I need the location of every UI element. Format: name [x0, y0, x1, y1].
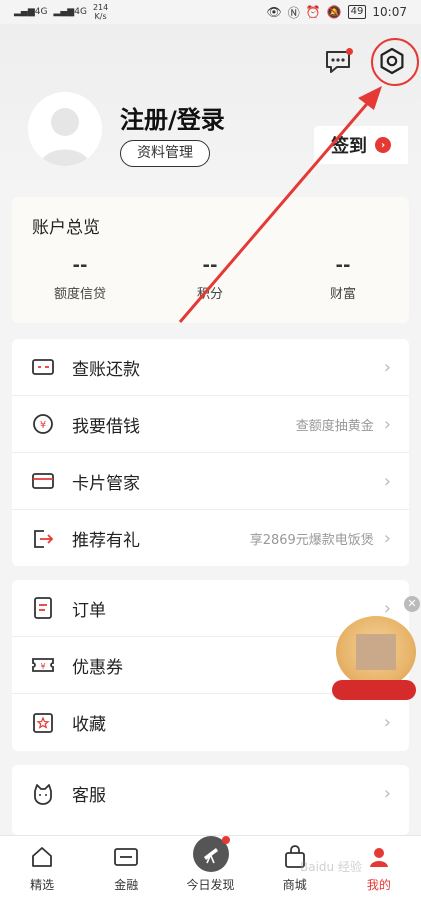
menu-group-finance: 查账还款 › ¥ 我要借钱 查额度抽黄金 › 卡片管家 › 推荐有礼 享2869…: [12, 339, 409, 566]
menu-label: 我要借钱: [72, 416, 140, 437]
signin-button[interactable]: 签到 ›: [314, 126, 408, 164]
battery-icon: 49: [347, 5, 367, 19]
tab-label: 精选: [30, 878, 55, 892]
menu-label: 优惠券: [72, 657, 123, 678]
menu-label: 推荐有礼: [72, 531, 140, 551]
menu-item-bill-repay[interactable]: 查账还款 ›: [12, 339, 409, 396]
menu-item-customer-service[interactable]: 客服 ›: [12, 765, 409, 822]
chevron-right-icon: ›: [375, 137, 391, 153]
promo-blurred-content: [356, 634, 396, 670]
signin-label: 签到: [331, 136, 367, 157]
chevron-right-icon: ›: [383, 712, 391, 733]
floating-promo[interactable]: ✕: [332, 596, 421, 706]
finance-icon: [113, 844, 139, 870]
signal-icon-2: ▂▄▆4G: [53, 7, 87, 17]
message-icon[interactable]: [323, 46, 353, 76]
profile-icon: [366, 844, 392, 870]
menu-label: 订单: [72, 600, 106, 621]
highlight-circle: [371, 38, 419, 86]
stat-label: 积分: [196, 287, 223, 302]
avatar[interactable]: [28, 92, 102, 166]
tab-featured[interactable]: 精选: [0, 836, 84, 903]
stat-value: --: [202, 255, 218, 276]
favorite-icon: [32, 712, 54, 734]
account-overview-title: 账户总览: [32, 218, 100, 238]
menu-item-card-manager[interactable]: 卡片管家 ›: [12, 453, 409, 510]
clock: 10:07: [372, 5, 407, 19]
menu-label: 客服: [72, 786, 106, 806]
close-icon[interactable]: ✕: [404, 596, 420, 612]
promo-coin-image[interactable]: [336, 616, 416, 688]
chevron-right-icon: ›: [383, 470, 391, 492]
tab-label: 今日发现: [186, 878, 235, 892]
menu-hint: 享2869元爆款电饭煲: [249, 533, 374, 548]
status-right: 👁 Ⓝ ⏰ 🔕 49 10:07: [267, 4, 407, 21]
status-bar: ▂▄▆4G ▂▄▆4G 214 K/s 👁 Ⓝ ⏰ 🔕 49 10:07: [0, 0, 421, 24]
promo-banner-bar[interactable]: [332, 680, 416, 700]
menu-label: 收藏: [72, 715, 106, 735]
loan-icon: ¥: [32, 413, 54, 435]
home-icon: [29, 844, 55, 870]
login-title[interactable]: 注册/登录: [120, 100, 225, 135]
coupon-icon: ¥: [32, 654, 54, 676]
bill-icon: [32, 356, 54, 378]
chevron-right-icon: ›: [383, 413, 391, 435]
tab-label: 我的: [366, 878, 391, 892]
tab-label: 金融: [114, 878, 139, 892]
tab-label: 商城: [282, 878, 307, 892]
signal-icon-1: ▂▄▆4G: [14, 7, 48, 17]
alarm-icon: ⏰: [305, 5, 321, 19]
svg-text:¥: ¥: [40, 662, 45, 671]
menu-label: 查账还款: [72, 359, 140, 380]
menu-hint: 查额度抽黄金: [295, 418, 374, 434]
tab-finance[interactable]: 金融: [84, 836, 168, 903]
menu-item-borrow[interactable]: ¥ 我要借钱 查额度抽黄金 ›: [12, 396, 409, 453]
svg-text:¥: ¥: [40, 420, 46, 431]
watermark: Baidu 经验: [300, 860, 362, 874]
eye-icon: 👁: [266, 5, 282, 19]
share-icon: [32, 528, 54, 550]
stat-points[interactable]: -- 积分: [150, 255, 270, 303]
message-badge-dot: [346, 48, 353, 55]
customer-service-icon: [32, 783, 54, 805]
tab-discover[interactable]: 今日发现: [168, 836, 252, 903]
stat-label: 额度信贷: [53, 287, 106, 302]
profile-manage-button[interactable]: 资料管理: [120, 140, 210, 167]
card-icon: [32, 470, 54, 492]
stat-credit[interactable]: -- 额度信贷: [20, 255, 140, 303]
mute-icon: 🔕: [326, 5, 342, 19]
stat-value: --: [72, 255, 88, 276]
status-left: ▂▄▆4G ▂▄▆4G 214 K/s: [14, 3, 108, 21]
discover-badge-dot: [221, 836, 230, 844]
chevron-right-icon: ›: [383, 783, 391, 804]
menu-label: 卡片管家: [72, 473, 140, 494]
net-speed: 214 K/s: [92, 3, 109, 21]
nfc-icon: Ⓝ: [287, 5, 300, 20]
telescope-icon: [192, 836, 230, 872]
chevron-right-icon: ›: [383, 528, 391, 549]
account-overview-card: 账户总览 -- 额度信贷 -- 积分 -- 财富: [12, 197, 409, 323]
stat-wealth[interactable]: -- 财富: [283, 255, 403, 303]
stat-value: --: [335, 255, 351, 276]
menu-item-referral[interactable]: 推荐有礼 享2869元爆款电饭煲 ›: [12, 510, 409, 567]
menu-group-service: 客服 ›: [12, 765, 409, 835]
order-icon: [32, 597, 54, 619]
chevron-right-icon: ›: [383, 356, 391, 378]
stat-label: 财富: [329, 287, 356, 302]
